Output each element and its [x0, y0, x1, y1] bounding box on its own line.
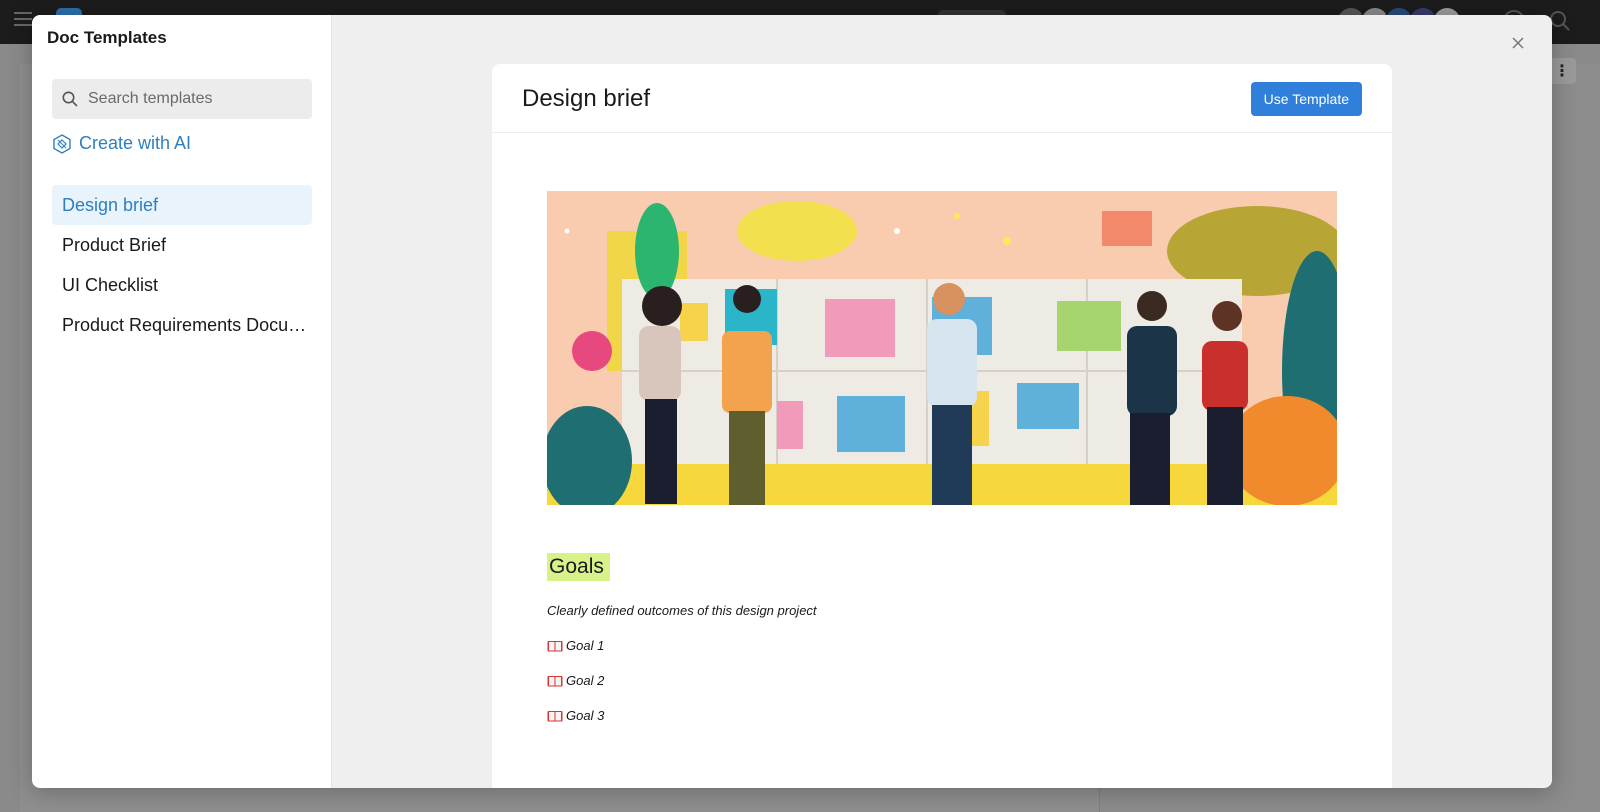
goal-item: Goal 3	[547, 708, 1337, 723]
ai-sparkle-icon	[53, 133, 71, 154]
create-with-ai-link[interactable]: Create with AI	[52, 133, 191, 154]
book-icon	[547, 710, 563, 721]
search-input[interactable]	[88, 90, 303, 108]
preview-title: Design brief	[522, 85, 651, 112]
goal-label: Goal 3	[566, 708, 605, 723]
template-item-product-requirements[interactable]: Product Requirements Document	[52, 305, 312, 345]
goal-item: Goal 2	[547, 673, 1337, 688]
template-item-ui-checklist[interactable]: UI Checklist	[52, 265, 312, 305]
goals-heading: Goals	[547, 553, 610, 581]
goal-item: Goal 1	[547, 638, 1337, 653]
template-item-product-brief[interactable]: Product Brief	[52, 225, 312, 265]
menu-icon[interactable]	[14, 12, 32, 26]
goal-label: Goal 2	[566, 673, 605, 688]
doc-templates-modal: Doc Templates Create with AI Design brie…	[32, 15, 1552, 788]
template-preview-card: Design brief Use Template Goals Clearly …	[492, 64, 1392, 788]
use-template-button[interactable]: Use Template	[1250, 82, 1362, 116]
book-icon	[547, 675, 563, 686]
templates-sidebar: Doc Templates Create with AI Design brie…	[32, 15, 332, 788]
hero-illustration	[547, 191, 1337, 505]
search-box[interactable]	[52, 79, 312, 119]
goal-label: Goal 1	[566, 638, 605, 653]
goals-subtitle: Clearly defined outcomes of this design …	[547, 603, 817, 618]
template-list: Design brief Product Brief UI Checklist …	[52, 185, 312, 345]
book-icon	[547, 640, 563, 651]
search-icon	[62, 91, 78, 107]
template-item-design-brief[interactable]: Design brief	[52, 185, 312, 225]
preview-body: Goals Clearly defined outcomes of this d…	[492, 133, 1392, 723]
close-icon[interactable]	[1506, 31, 1530, 55]
preview-area: Design brief Use Template Goals Clearly …	[332, 15, 1552, 788]
sidebar-title: Doc Templates	[47, 28, 167, 47]
zoom-icon[interactable]	[1549, 10, 1571, 32]
more-options-icon[interactable]: ⋮	[1548, 58, 1576, 84]
create-with-ai-label: Create with AI	[79, 133, 192, 153]
preview-header: Design brief Use Template	[492, 64, 1392, 133]
